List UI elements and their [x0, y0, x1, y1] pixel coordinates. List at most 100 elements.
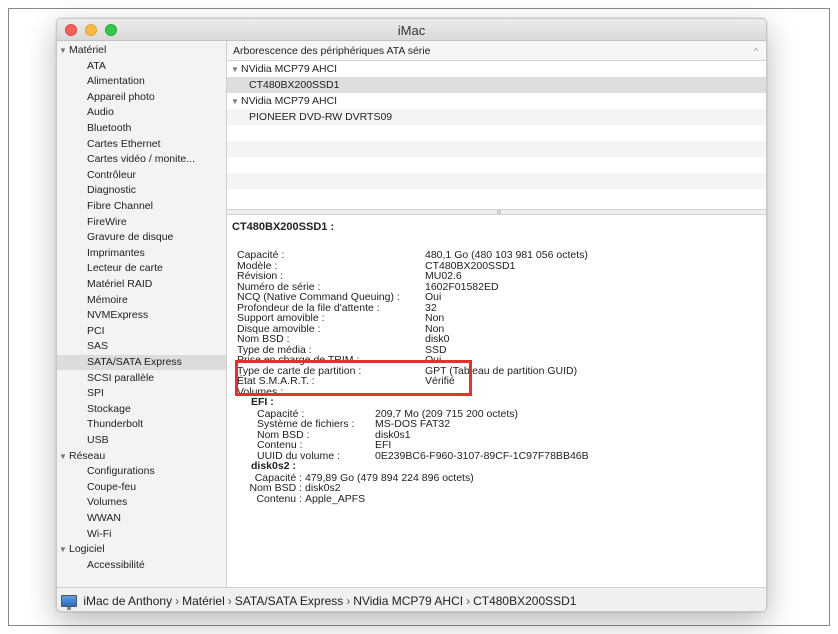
sidebar-item[interactable]: Stockage: [57, 402, 226, 417]
sidebar-group[interactable]: ▼ Logiciel: [57, 542, 226, 557]
breadcrumb-item[interactable]: NVidia MCP79 AHCI: [353, 594, 463, 608]
detail-title: CT480BX200SSD1 :: [232, 221, 335, 233]
sidebar-item[interactable]: Alimentation: [57, 74, 226, 89]
sidebar-item[interactable]: Bluetooth: [57, 121, 226, 136]
imac-icon: [61, 595, 77, 610]
volume-title-disk0s2: disk0s2 :: [251, 460, 296, 472]
sidebar-item[interactable]: Cartes vidéo / monite...: [57, 152, 226, 167]
sidebar-group[interactable]: ▼ Réseau: [57, 449, 226, 464]
sidebar-group[interactable]: ▼ Matériel: [57, 43, 226, 58]
sidebar-item-label: Mémoire: [87, 293, 128, 306]
sidebar-item-label: Cartes Ethernet: [87, 137, 161, 150]
disclosure-triangle-icon[interactable]: ▼: [59, 449, 69, 464]
sidebar-item[interactable]: PCI: [57, 324, 226, 339]
sidebar-item[interactable]: NVMExpress: [57, 308, 226, 323]
sidebar-item[interactable]: Appareil photo: [57, 90, 226, 105]
sidebar-item[interactable]: Imprimantes: [57, 246, 226, 261]
chevron-up-icon[interactable]: ^: [754, 41, 758, 61]
tree-row[interactable]: PIONEER DVD-RW DVRTS09: [227, 109, 766, 125]
sidebar-item-label: USB: [87, 434, 109, 446]
breadcrumb-separator: ›: [175, 594, 180, 608]
sidebar-item[interactable]: Cartes Ethernet: [57, 137, 226, 152]
sidebar-item[interactable]: USB: [57, 433, 226, 448]
detail-pane: CT480BX200SSD1 : Capacité :480,1 Go (480…: [227, 215, 766, 587]
splitter-handle-icon[interactable]: [497, 210, 501, 214]
sidebar-item[interactable]: Mémoire: [57, 293, 226, 308]
sidebar: ▼ Matériel ATA Alimentation Appareil photo Au…: [57, 41, 227, 587]
sidebar-item[interactable]: SAS: [57, 339, 226, 354]
tree-empty-row: [227, 173, 766, 189]
disclosure-triangle-icon[interactable]: ▼: [231, 94, 241, 110]
sidebar-item[interactable]: Accessibilité: [57, 558, 226, 573]
property-value: Vérifié: [425, 375, 455, 387]
breadcrumb-item[interactable]: Matériel: [182, 594, 225, 608]
sidebar-item-label: Réseau: [69, 449, 106, 462]
sidebar-item[interactable]: Thunderbolt: [57, 417, 226, 432]
breadcrumb-item[interactable]: iMac de Anthony: [83, 594, 172, 608]
sidebar-item[interactable]: Lecteur de carte: [57, 261, 226, 276]
property-label: Contenu :: [256, 492, 302, 505]
sidebar-item[interactable]: Diagnostic: [57, 183, 226, 198]
tree-empty-row: [227, 157, 766, 173]
tree-header[interactable]: Arborescence des périphériques ATA série…: [227, 41, 766, 61]
volume-title-efi: EFI :: [251, 396, 274, 408]
sidebar-item[interactable]: Matériel RAID: [57, 277, 226, 292]
sidebar-item[interactable]: Wi-Fi: [57, 527, 226, 542]
sidebar-item-label: SCSI parallèle: [87, 371, 155, 384]
tree-empty-row: [227, 189, 766, 205]
sidebar-item-label: Cartes vidéo / monite...: [87, 153, 195, 166]
sidebar-item-label: SPI: [87, 387, 104, 400]
breadcrumb-item[interactable]: SATA/SATA Express: [235, 594, 343, 608]
breadcrumb-item[interactable]: CT480BX200SSD1: [473, 594, 576, 608]
disclosure-triangle-icon[interactable]: ▼: [59, 542, 69, 557]
title-bar[interactable]: iMac: [57, 19, 766, 41]
sidebar-item-label: WWAN: [87, 512, 122, 524]
sidebar-item-label: Accessibilité: [87, 558, 145, 571]
sidebar-item[interactable]: Coupe-feu: [57, 480, 226, 495]
breadcrumb-separator: ›: [466, 594, 471, 608]
sidebar-item[interactable]: ATA: [57, 59, 226, 74]
sidebar-item-label: Lecteur de carte: [87, 262, 163, 275]
sidebar-item-label: Wi-Fi: [87, 527, 112, 540]
sidebar-item-label: Thunderbolt: [87, 418, 144, 431]
sidebar-item[interactable]: Contrôleur: [57, 168, 226, 183]
sidebar-item-label: ATA: [87, 59, 106, 72]
sidebar-item-label: Matériel RAID: [87, 278, 153, 290]
sidebar-item[interactable]: WWAN: [57, 511, 226, 526]
sidebar-item-label: SATA/SATA Express: [87, 356, 182, 368]
sidebar-item-label: Stockage: [87, 402, 131, 415]
sidebar-item-label: FireWire: [87, 215, 127, 228]
disclosure-triangle-icon[interactable]: ▼: [231, 62, 241, 78]
sidebar-item[interactable]: SCSI parallèle: [57, 371, 226, 386]
sidebar-item-label: PCI: [87, 324, 105, 337]
tree-row[interactable]: ▼ NVidia MCP79 AHCI: [227, 61, 766, 78]
tree-row-label: PIONEER DVD-RW DVRTS09: [249, 111, 393, 123]
sidebar-item[interactable]: Volumes: [57, 495, 226, 510]
sidebar-item-label: Configurations: [87, 465, 155, 478]
sidebar-item-label: Matériel: [69, 44, 107, 56]
breadcrumb-separator: ›: [227, 594, 232, 608]
device-tree: ▼ NVidia MCP79 AHCI CT480BX200SSD1 ▼ NVidia …: [227, 61, 766, 209]
sidebar-item-label: NVMExpress: [87, 309, 149, 322]
sidebar-item[interactable]: Audio: [57, 105, 226, 120]
sidebar-item[interactable]: Fibre Channel: [57, 199, 226, 214]
disclosure-triangle-icon[interactable]: ▼: [59, 43, 69, 58]
sidebar-item-label: Contrôleur: [87, 168, 137, 181]
tree-empty-row: [227, 125, 766, 141]
sidebar-item-label: Gravure de disque: [87, 231, 174, 244]
sidebar-item[interactable]: FireWire: [57, 215, 226, 230]
property-value: 0E239BC6-F960-3107-89CF-1C97F78BB46B: [375, 449, 589, 462]
path-bar: iMac de Anthony › Matériel › SATA/SATA Expre…: [57, 587, 766, 611]
tree-row-label: NVidia MCP79 AHCI: [241, 95, 338, 107]
tree-row[interactable]: CT480BX200SSD1: [227, 77, 766, 93]
sidebar-item-label: Imprimantes: [87, 246, 145, 259]
breadcrumb-separator: ›: [346, 594, 351, 608]
sidebar-item[interactable]: SPI: [57, 386, 226, 401]
sidebar-item[interactable]: Configurations: [57, 464, 226, 479]
sidebar-item-label: Coupe-feu: [87, 480, 137, 493]
sidebar-item[interactable]: Gravure de disque: [57, 230, 226, 245]
sidebar-item[interactable]: SATA/SATA Express: [57, 355, 226, 370]
sidebar-item-label: SAS: [87, 340, 109, 353]
sidebar-item-label: Fibre Channel: [87, 200, 153, 212]
tree-row[interactable]: ▼ NVidia MCP79 AHCI: [227, 93, 766, 110]
